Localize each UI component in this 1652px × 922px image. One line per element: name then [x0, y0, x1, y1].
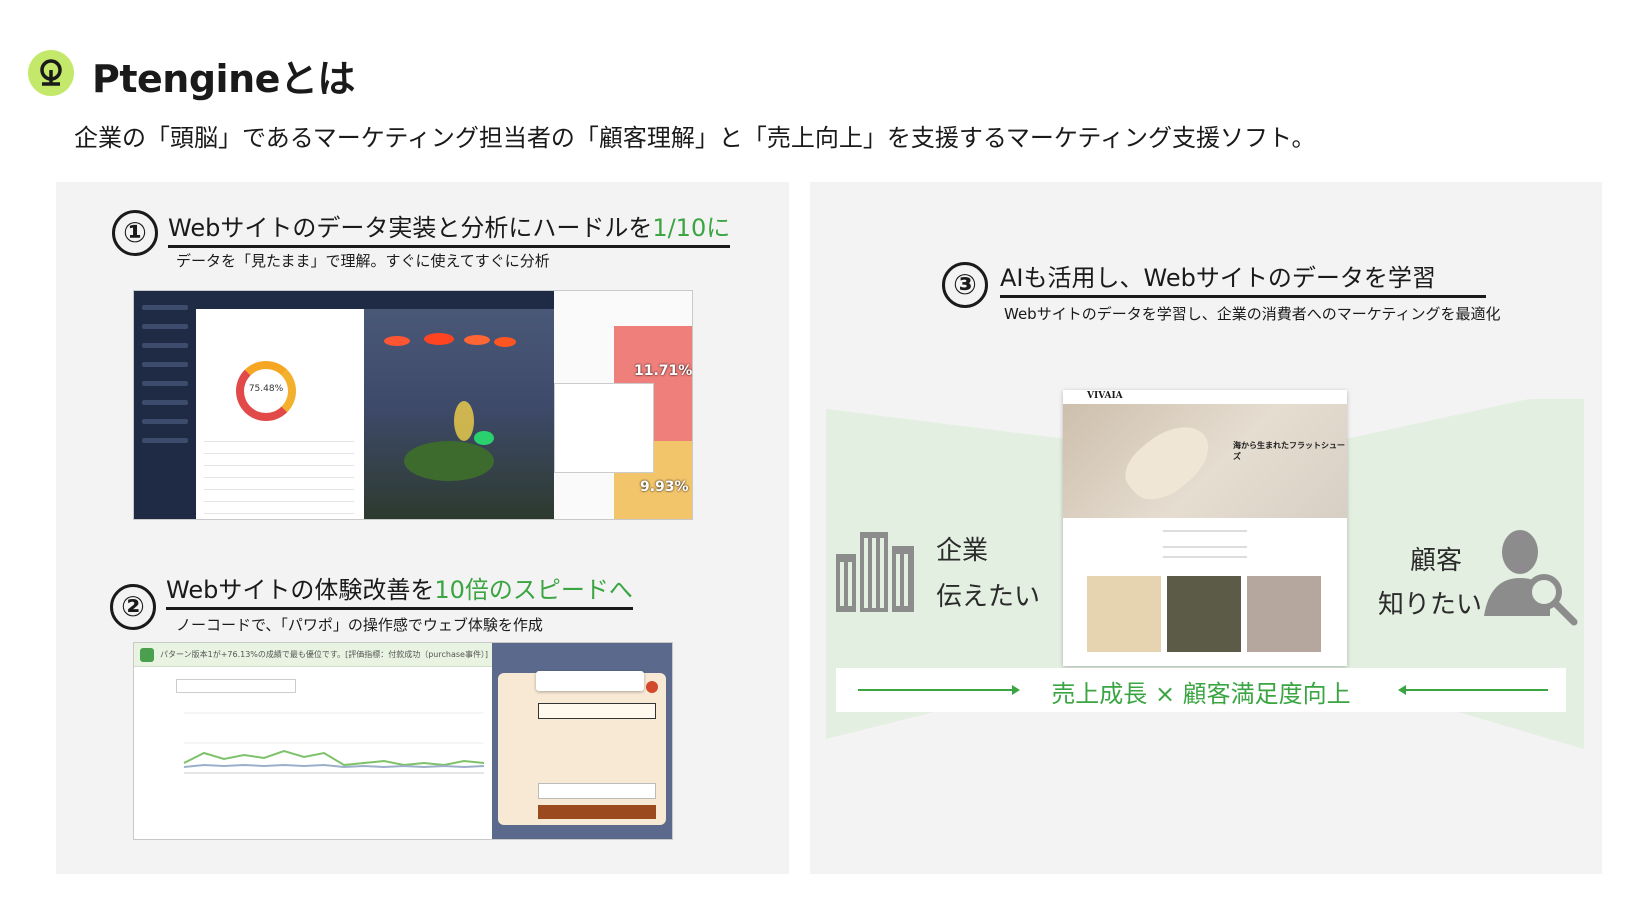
section2-heading-main: Webサイトの体験改善を	[166, 576, 435, 604]
section2-description: ノーコードで、「パワポ」の操作感でウェブ体験を作成	[176, 616, 543, 634]
donut-label: 75.48%	[248, 384, 284, 394]
analytics-screenshot: 75.48% 11.71% 9.93%	[133, 290, 693, 520]
popup-card	[498, 673, 666, 825]
site-brand: VIVAIA	[1087, 391, 1123, 401]
site-text-line	[1163, 530, 1247, 532]
company-want-label: 伝えたい	[936, 582, 1041, 612]
analytics-sidebar	[134, 291, 196, 519]
metric-select	[176, 679, 296, 693]
close-icon	[646, 681, 658, 693]
heat-spot	[454, 401, 474, 441]
section3-number: ③	[942, 262, 988, 308]
click-data-popup	[554, 383, 654, 473]
experiment-screenshot: パターン版本1が+76.13%の成績で最も優位です。[評価指標：付款成功（pur…	[133, 642, 673, 840]
product-photo	[1247, 576, 1321, 652]
experiment-header-text: パターン版本1が+76.13%の成績で最も優位です。[評価指標：付款成功（pur…	[160, 650, 489, 659]
shoe-image	[1115, 411, 1221, 513]
section2-number: ②	[110, 584, 156, 630]
subscribe-button	[538, 805, 656, 819]
site-nav: VIVAIA	[1063, 390, 1347, 404]
shop-preview: 11.71% 9.93%	[554, 291, 693, 519]
heatmap-toolbar	[364, 291, 554, 309]
edit-toolbar	[536, 671, 644, 691]
experiment-icon	[140, 648, 154, 662]
section1-description: データを「見たまま」で理解。すぐに使えてすぐに分析	[176, 252, 550, 270]
building-icon	[836, 532, 914, 612]
section2-heading: Webサイトの体験改善を10倍のスピードへ	[166, 570, 633, 610]
customer-want-label: 知りたい	[1378, 590, 1483, 620]
section1-heading-accent: 1/10に	[652, 214, 731, 242]
rate-top: 11.71%	[634, 363, 693, 379]
customer-label: 顧客	[1410, 546, 1463, 576]
website-preview: VIVAIA 海から生まれたフラットシューズ	[1063, 390, 1347, 666]
popup-editor	[492, 643, 672, 839]
site-text-line	[1163, 556, 1247, 558]
section1-heading-main: Webサイトのデータ実装と分析にハードルを	[168, 214, 653, 242]
rate-bottom: 9.93%	[640, 479, 689, 495]
heat-spot	[384, 336, 410, 346]
section3-description: Webサイトのデータを学習し、企業の消費者へのマーケティングを最適化	[1004, 305, 1501, 323]
heat-spot	[404, 441, 494, 481]
outcome-text: 売上成長 × 顧客満足度向上	[1051, 680, 1351, 708]
section1-number: ①	[112, 210, 158, 256]
page-subtitle: 企業の「頭脳」であるマーケティング担当者の「顧客理解」と「売上向上」を支援するマ…	[74, 124, 1316, 152]
outcome-banner: 売上成長 × 顧客満足度向上	[836, 668, 1566, 712]
arrow-left-icon	[1398, 685, 1548, 695]
site-text-line	[1163, 546, 1247, 548]
email-field	[538, 783, 656, 799]
section3-heading: AIも活用し、Webサイトのデータを学習	[1000, 258, 1486, 298]
analytics-topbar	[196, 291, 364, 309]
analytics-report: 75.48%	[196, 291, 364, 519]
hero-text: 海から生まれたフラットシューズ	[1233, 441, 1345, 461]
heat-spot	[494, 337, 516, 347]
section1-heading: Webサイトのデータ実装と分析にハードルを1/10に	[168, 208, 731, 248]
heatmap-view	[364, 291, 554, 519]
section2-heading-accent: 10倍のスピードへ	[434, 576, 633, 604]
product-photo	[1167, 576, 1241, 652]
popup-banner	[538, 703, 656, 719]
ptengine-logo-icon	[28, 50, 74, 96]
page-title: Ptengineとは	[92, 57, 355, 101]
trend-chart	[183, 712, 485, 774]
company-label: 企業	[936, 536, 989, 566]
product-photo	[1087, 576, 1161, 652]
heat-spot	[474, 431, 494, 445]
heat-spot	[464, 335, 490, 345]
heat-spot	[424, 333, 454, 345]
user-search-icon	[1484, 530, 1578, 626]
site-hero: 海から生まれたフラットシューズ	[1063, 404, 1347, 518]
